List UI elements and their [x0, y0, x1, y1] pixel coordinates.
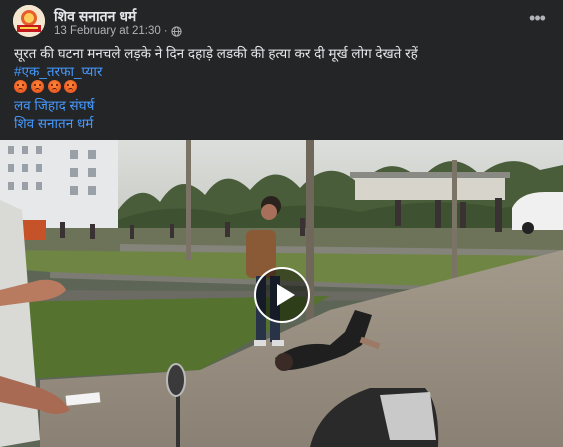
globe-icon[interactable]	[170, 25, 182, 37]
angry-face-icon	[47, 80, 61, 93]
author-name[interactable]: शिव सनातन धर्म	[54, 7, 136, 26]
post-timestamp[interactable]: 13 February at 21:30	[54, 25, 161, 37]
page-avatar[interactable]	[13, 5, 45, 37]
post-header: शिव सनातन धर्म 13 February at 21:30 · ••…	[0, 0, 563, 44]
play-icon[interactable]	[254, 267, 310, 323]
emoji-row	[14, 80, 554, 97]
hashtag-link[interactable]: #एक_तरफा_प्यार	[14, 63, 554, 81]
angry-face-icon	[30, 80, 44, 93]
facebook-post: शिव सनातन धर्म 13 February at 21:30 · ••…	[0, 0, 563, 447]
video-player[interactable]	[0, 140, 563, 447]
post-meta: 13 February at 21:30 ·	[54, 25, 182, 37]
page-link-shiv-sanatan[interactable]: शिव सनातन धर्म	[14, 115, 554, 133]
page-link-love-jihad[interactable]: लव जिहाद संघर्ष	[14, 97, 554, 115]
avatar-image	[13, 5, 45, 37]
meta-separator: ·	[163, 25, 168, 37]
post-text: सूरत की घटना मनचले लड़के ने दिन दहाड़े ल…	[14, 45, 554, 132]
angry-face-icon	[14, 80, 27, 93]
angry-face-icon	[64, 80, 78, 93]
post-headline: सूरत की घटना मनचले लड़के ने दिन दहाड़े ल…	[14, 46, 418, 61]
more-options-icon[interactable]: •••	[525, 9, 549, 31]
